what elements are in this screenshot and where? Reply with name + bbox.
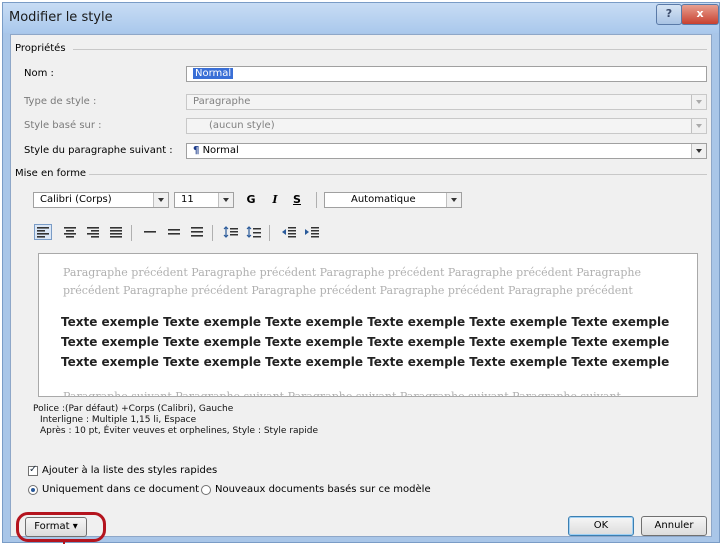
italic-button[interactable]: I <box>267 192 283 208</box>
style-preview: Paragraphe précédent Paragraphe précéden… <box>38 253 698 397</box>
only-document-radio[interactable] <box>28 485 38 495</box>
name-label: Nom : <box>24 68 54 79</box>
cancel-button[interactable]: Annuler <box>641 516 707 536</box>
quick-style-label: Ajouter à la liste des styles rapides <box>42 465 218 476</box>
new-documents-radio[interactable] <box>201 485 211 495</box>
align-justify-icon[interactable] <box>108 225 124 239</box>
style-type-select[interactable]: Paragraphe <box>186 94 707 110</box>
next-style-label: Style du paragraphe suivant : <box>24 145 173 156</box>
font-select[interactable]: Calibri (Corps) <box>33 192 169 208</box>
ok-button[interactable]: OK <box>568 516 634 536</box>
based-on-select[interactable]: (aucun style) <box>186 118 707 134</box>
description-line: Après : 10 pt, Éviter veuves et orphelin… <box>40 426 318 436</box>
font-color-select[interactable]: Automatique <box>324 192 462 208</box>
only-document-label: Uniquement dans ce document <box>42 484 200 495</box>
toolbar-separator <box>212 225 213 241</box>
increase-indent-icon[interactable] <box>304 225 320 239</box>
close-button[interactable]: x <box>681 4 719 25</box>
help-button[interactable]: ? <box>656 4 682 25</box>
new-documents-label: Nouveaux documents basés sur ce modèle <box>215 484 431 495</box>
line-spacing-single-icon[interactable] <box>142 225 158 239</box>
name-input[interactable]: Normal <box>186 66 707 82</box>
description-line: Police :(Par défaut) +Corps (Calibri), G… <box>33 404 234 414</box>
font-size-value: 11 <box>181 194 194 205</box>
highlight-pointer <box>63 539 65 544</box>
paragraph-mark-icon: ¶ <box>193 145 200 156</box>
style-type-label: Type de style : <box>24 96 97 107</box>
line-spacing-onehalf-icon[interactable] <box>166 225 182 239</box>
description-line: Interligne : Multiple 1,15 li, Espace <box>40 415 197 425</box>
dialog-body: Propriétés Nom : Normal Type de style : … <box>10 34 712 537</box>
font-value: Calibri (Corps) <box>40 194 112 205</box>
chevron-down-icon <box>153 193 168 207</box>
section-divider <box>73 49 707 50</box>
font-size-select[interactable]: 11 <box>174 192 234 208</box>
align-right-icon[interactable] <box>85 225 101 239</box>
space-before-icon[interactable] <box>223 225 239 239</box>
decrease-indent-icon[interactable] <box>281 225 297 239</box>
format-button-highlight <box>16 512 106 542</box>
preview-sample-text: Texte exemple Texte exemple Texte exempl… <box>61 315 670 369</box>
title-bar: Modifier le style ? x <box>3 3 719 33</box>
style-type-value: Paragraphe <box>193 96 251 107</box>
chevron-down-icon <box>446 193 461 207</box>
section-divider <box>89 174 707 175</box>
section-formatting: Mise en forme <box>15 168 87 179</box>
toolbar-separator <box>269 225 270 241</box>
based-on-label: Style basé sur : <box>24 120 102 131</box>
next-style-value: Normal <box>202 145 239 156</box>
preview-previous-paragraph: Paragraphe précédent Paragraphe précéden… <box>63 266 641 297</box>
dialog-title: Modifier le style <box>9 10 113 25</box>
quick-style-checkbox[interactable] <box>28 464 38 476</box>
align-center-icon[interactable] <box>62 225 78 239</box>
font-color-value: Automatique <box>351 194 416 205</box>
chevron-down-icon <box>691 144 706 158</box>
name-value: Normal <box>193 68 234 79</box>
section-properties: Propriétés <box>15 43 66 54</box>
preview-following-paragraph: Paragraphe suivant Paragraphe suivant Pa… <box>63 390 621 397</box>
bold-button[interactable]: G <box>243 192 259 208</box>
chevron-down-icon <box>691 119 706 133</box>
chevron-down-icon <box>691 95 706 109</box>
underline-button[interactable]: S <box>289 192 305 208</box>
based-on-value: (aucun style) <box>209 120 275 131</box>
next-style-select[interactable]: ¶ Normal <box>186 143 707 159</box>
line-spacing-double-icon[interactable] <box>189 225 205 239</box>
toolbar-separator <box>316 192 317 208</box>
chevron-down-icon <box>218 193 233 207</box>
space-after-icon[interactable] <box>246 225 262 239</box>
dialog-window: Modifier le style ? x Propriétés Nom : N… <box>2 2 720 544</box>
style-description: Police :(Par défaut) +Corps (Calibri), G… <box>33 404 318 437</box>
align-left-icon[interactable] <box>34 224 52 240</box>
toolbar-separator <box>131 225 132 241</box>
